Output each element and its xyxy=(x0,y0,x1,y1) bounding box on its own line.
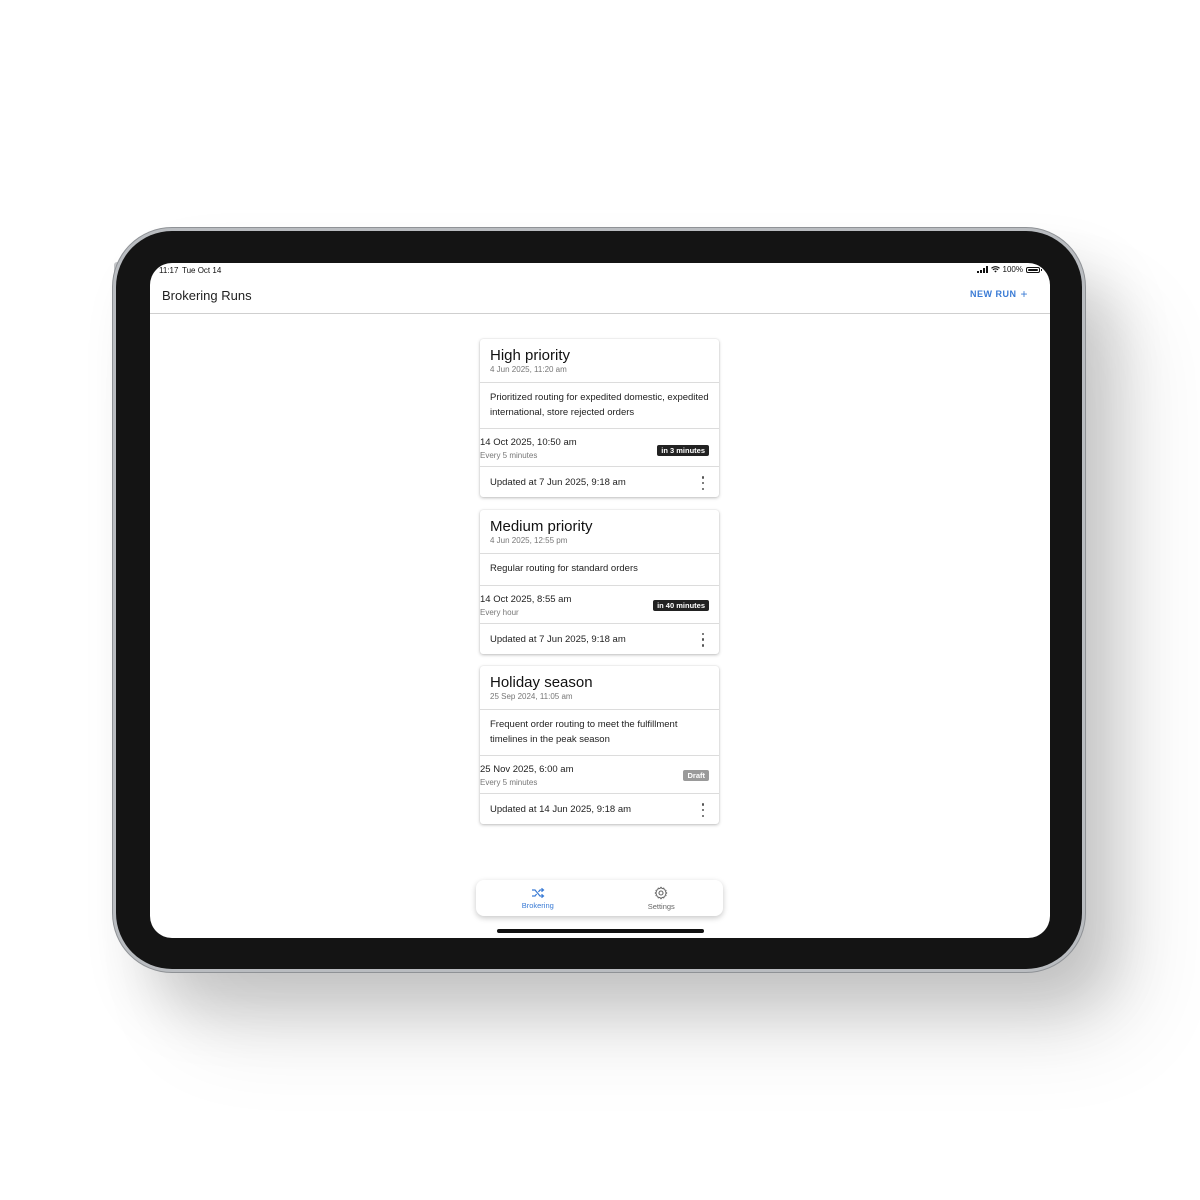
run-card-header: Holiday season 25 Sep 2024, 11:05 am xyxy=(480,666,719,710)
more-options-icon[interactable] xyxy=(701,803,705,817)
run-card-medium-priority[interactable]: Medium priority 4 Jun 2025, 12:55 pm Reg… xyxy=(480,510,719,654)
run-schedule-section: 25 Nov 2025, 6:00 am Every 5 minutes Dra… xyxy=(480,756,719,794)
run-created-date: 4 Jun 2025, 12:55 pm xyxy=(490,536,568,545)
tab-settings-label: Settings xyxy=(647,901,675,911)
more-options-icon[interactable] xyxy=(701,476,705,490)
run-description: Regular routing for standard orders xyxy=(490,563,638,574)
run-card-header: High priority 4 Jun 2025, 11:20 am xyxy=(480,339,719,383)
battery-icon xyxy=(1026,266,1042,273)
tablet-screen: 11:17 Tue Oct 14 100% Brokering Runs NEW… xyxy=(150,263,1050,938)
run-description-section: Regular routing for standard orders xyxy=(480,554,719,586)
run-footer: Updated at 7 Jun 2025, 9:18 am xyxy=(480,624,719,654)
status-date: Tue Oct 14 xyxy=(182,266,222,275)
run-status-badge: Draft xyxy=(683,770,709,781)
stage: 11:17 Tue Oct 14 100% Brokering Runs NEW… xyxy=(0,0,1200,1200)
run-footer: Updated at 7 Jun 2025, 9:18 am xyxy=(480,467,719,497)
status-indicators: 100% xyxy=(976,265,1042,274)
run-description: Prioritized routing for expedited domest… xyxy=(490,392,709,418)
run-description-section: Frequent order routing to meet the fulfi… xyxy=(480,710,719,756)
wifi-icon xyxy=(990,266,1000,273)
run-status-badge: in 3 minutes xyxy=(657,445,709,456)
cellular-signal-icon xyxy=(976,266,988,273)
home-indicator xyxy=(497,929,704,933)
status-bar: 11:17 Tue Oct 14 100% xyxy=(150,263,1050,277)
battery-percent: 100% xyxy=(1002,265,1023,274)
page-title: Brokering Runs xyxy=(162,288,252,303)
run-card-high-priority[interactable]: High priority 4 Jun 2025, 11:20 am Prior… xyxy=(480,339,719,497)
tab-settings[interactable]: Settings xyxy=(600,880,724,916)
run-title: Holiday season xyxy=(490,674,593,691)
run-title: Medium priority xyxy=(490,518,593,535)
plus-icon: + xyxy=(1020,286,1028,301)
more-options-icon[interactable] xyxy=(701,632,705,647)
new-run-label: NEW RUN xyxy=(969,289,1017,299)
run-updated-at: Updated at 14 Jun 2025, 9:18 am xyxy=(490,804,632,815)
shuffle-icon xyxy=(531,887,545,898)
new-run-button[interactable]: NEW RUN + xyxy=(969,286,1028,301)
tab-brokering[interactable]: Brokering xyxy=(476,880,600,916)
run-created-date: 25 Sep 2024, 11:05 am xyxy=(490,692,573,701)
status-time: 11:17 xyxy=(159,266,179,275)
run-footer: Updated at 14 Jun 2025, 9:18 am xyxy=(480,794,719,824)
run-schedule-section: 14 Oct 2025, 10:50 am Every 5 minutes in… xyxy=(480,429,719,467)
tab-brokering-label: Brokering xyxy=(521,900,554,910)
run-title: High priority xyxy=(490,347,571,364)
run-description: Frequent order routing to meet the fulfi… xyxy=(490,719,678,745)
run-card-holiday-season[interactable]: Holiday season 25 Sep 2024, 11:05 am Fre… xyxy=(480,666,719,824)
bottom-tab-bar: Brokering Settings xyxy=(476,880,723,916)
run-created-date: 4 Jun 2025, 11:20 am xyxy=(490,365,567,374)
run-updated-at: Updated at 7 Jun 2025, 9:18 am xyxy=(490,633,626,645)
run-status-badge: in 40 minutes xyxy=(653,599,709,611)
app-header: Brokering Runs NEW RUN + xyxy=(150,277,1050,314)
run-schedule-section: 14 Oct 2025, 8:55 am Every hour in 40 mi… xyxy=(480,586,719,624)
run-description-section: Prioritized routing for expedited domest… xyxy=(480,383,719,429)
run-updated-at: Updated at 7 Jun 2025, 9:18 am xyxy=(490,477,626,488)
run-card-header: Medium priority 4 Jun 2025, 12:55 pm xyxy=(480,510,719,554)
gear-icon xyxy=(654,886,668,899)
